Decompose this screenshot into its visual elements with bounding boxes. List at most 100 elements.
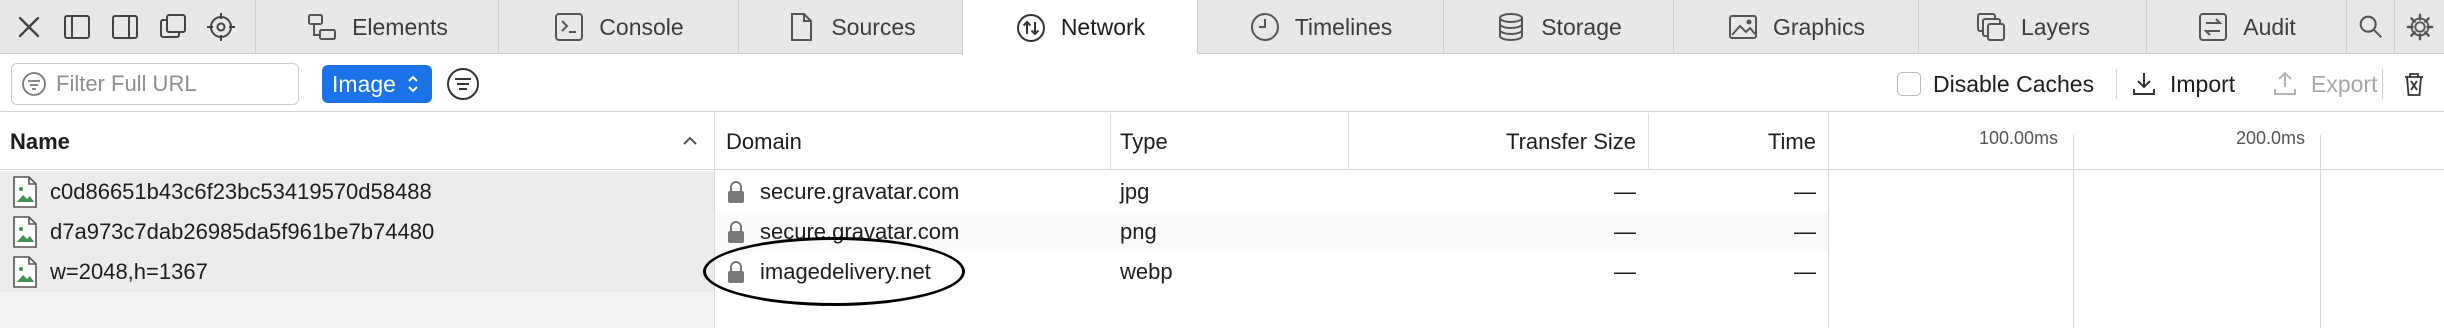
tab-label: Console [599,13,684,40]
tab-label: Layers [2020,13,2091,40]
divider [2116,69,2117,99]
dock-bottom-icon[interactable] [58,8,96,46]
tab-graphics[interactable]: Graphics [1673,0,1918,54]
column-header-domain[interactable]: Domain [726,113,1106,170]
resource-name-cell: d7a973c7dab26985da5f961be7b74480 [0,212,714,252]
import-button[interactable]: Import [2130,63,2235,105]
tab-storage[interactable]: Storage [1443,0,1673,54]
resource-name: d7a973c7dab26985da5f961be7b74480 [50,219,435,244]
lock-icon [728,181,744,203]
resource-type-select[interactable]: Image [322,65,432,103]
time-cell: — [1794,179,1816,204]
filter-url-field[interactable] [11,63,299,105]
dock-right-icon[interactable] [106,8,144,46]
tab-elements[interactable]: Elements [255,0,498,54]
column-header-name[interactable]: Name [10,113,700,170]
domain-cell: secure.gravatar.com [726,172,1106,212]
storage-icon [1499,13,1524,42]
network-table-header: Name Domain Type Transfer Size Time [0,113,2444,170]
type-cell: webp [1120,259,1173,284]
tab-audit[interactable]: Audit [2146,0,2346,54]
export-icon [2274,71,2296,95]
tab-timelines[interactable]: Timelines [1197,0,1443,54]
table-row[interactable]: w=2048,h=1367 imagedelivery.net webp — — [0,252,1828,292]
filter-options-icon[interactable] [445,66,481,102]
sort-ascending-icon [683,136,697,145]
filter-url-input[interactable] [56,71,296,97]
network-filter-bar: Image Disable Caches Import Export [0,55,2444,112]
timeline-tick-label: 100.00ms [1979,128,2059,148]
chevron-updown-icon [408,75,418,93]
timeline-tick-label: 200.0ms [2236,128,2306,148]
transfer-size-cell: — [1614,259,1636,284]
table-row[interactable]: c0d86651b43c6f23bc53419570d58488 secure.… [0,172,1828,212]
timeline-gridline [2320,135,2321,328]
tab-label: Sources [831,13,916,40]
tab-label: Network [1060,14,1146,40]
domain-cell: secure.gravatar.com [726,212,1106,252]
elements-icon [308,14,337,40]
domain-text: imagedelivery.net [760,259,931,284]
domain-text: secure.gravatar.com [760,219,960,244]
tab-label: Storage [1541,13,1622,40]
time-cell: — [1794,259,1816,284]
devtools-tab-bar: Elements Console Sources Network Timelin… [0,0,2444,55]
filter-icon [22,72,46,96]
column-header-transfer-size[interactable]: Transfer Size [1350,113,1636,170]
transfer-size-cell: — [1614,179,1636,204]
column-divider[interactable] [714,113,715,328]
column-divider[interactable] [1828,113,1829,328]
column-divider[interactable] [1110,113,1111,170]
disable-caches-toggle[interactable]: Disable Caches [1897,63,2094,105]
tab-console[interactable]: Console [498,0,738,54]
network-icon [1016,13,1045,42]
export-label: Export [2311,70,2378,97]
audit-icon [2199,13,2228,41]
image-file-icon [13,176,37,208]
lock-icon [728,221,744,243]
column-header-type[interactable]: Type [1120,113,1340,170]
search-icon[interactable] [2346,0,2394,54]
resource-name: c0d86651b43c6f23bc53419570d58488 [50,179,432,204]
import-label: Import [2170,70,2236,97]
type-cell: jpg [1120,179,1150,204]
column-divider[interactable] [1348,113,1349,170]
table-row[interactable]: d7a973c7dab26985da5f961be7b74480 secure.… [0,212,1828,252]
tab-label: Graphics [1772,13,1866,40]
resource-name-cell: w=2048,h=1367 [0,252,714,292]
tab-network[interactable]: Network [962,0,1197,55]
layers-icon [1976,13,2005,41]
timelines-icon [1250,13,1279,41]
console-icon [555,13,584,41]
graphics-icon [1728,15,1757,39]
resource-name-cell: c0d86651b43c6f23bc53419570d58488 [0,172,714,212]
export-button[interactable]: Export [2271,63,2377,105]
clear-log-button[interactable] [2400,63,2428,105]
lock-icon [728,261,744,283]
close-icon[interactable] [10,8,48,46]
import-icon [2133,73,2155,95]
gear-icon[interactable] [2394,0,2444,54]
tab-label: Audit [2243,13,2296,40]
transfer-size-cell: — [1614,219,1636,244]
sources-icon [791,13,813,41]
detach-window-icon[interactable] [154,8,192,46]
tab-layers[interactable]: Layers [1918,0,2146,54]
domain-text: secure.gravatar.com [760,179,960,204]
tab-sources[interactable]: Sources [738,0,962,54]
disable-caches-label: Disable Caches [1933,70,2095,97]
element-picker-icon[interactable] [202,8,240,46]
timeline-gridline [2073,135,2074,328]
resource-type-value: Image [332,70,396,97]
type-cell: png [1120,219,1157,244]
resource-name: w=2048,h=1367 [50,259,208,284]
disable-caches-checkbox[interactable] [1897,72,1921,96]
domain-cell: imagedelivery.net [726,252,1106,292]
image-file-icon [13,216,37,248]
time-cell: — [1794,219,1816,244]
column-divider[interactable] [1648,113,1649,170]
tab-label: Elements [352,13,448,40]
image-file-icon [13,256,37,288]
trash-icon [2405,73,2423,96]
column-header-time[interactable]: Time [1650,113,1816,170]
